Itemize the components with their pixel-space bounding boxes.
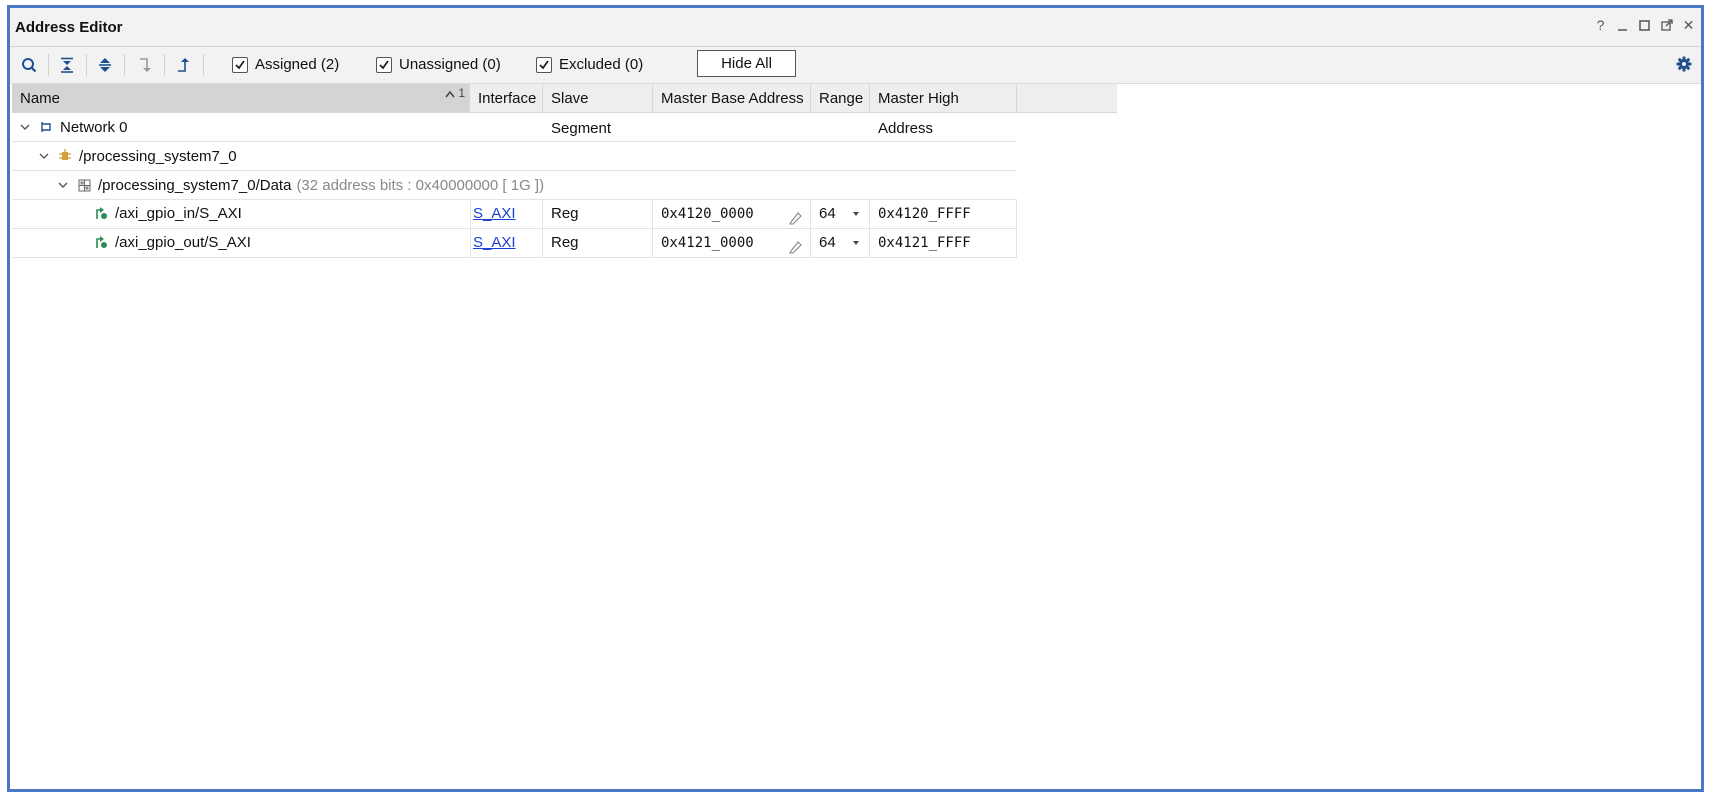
network-icon: [39, 120, 53, 134]
master-base-address-cell[interactable]: 0x4121_0000: [653, 229, 811, 257]
hide-all-button[interactable]: Hide All: [697, 50, 796, 77]
toolbar: Assigned (2) Unassigned (0) Excluded (0)…: [10, 47, 1701, 84]
unassign-icon[interactable]: [172, 54, 194, 76]
range-cell[interactable]: 64: [811, 200, 870, 228]
toolbar-separator: [48, 54, 49, 76]
toolbar-separator: [124, 54, 125, 76]
tree-row-address-space[interactable]: /processing_system7_0/Data (32 address b…: [12, 171, 1017, 200]
minimize-icon[interactable]: [1616, 18, 1629, 33]
range-value: 64: [819, 234, 836, 251]
address-space-icon: [77, 178, 91, 192]
unassigned-checkbox[interactable]: [376, 56, 392, 73]
tree-row-master[interactable]: /processing_system7_0: [12, 142, 1017, 171]
filter-assigned[interactable]: Assigned (2): [232, 56, 339, 73]
master-base-address-value: 0x4120_0000: [661, 206, 754, 222]
address-editor-window: Address Editor ? ✕ Assigned (2) Unassign…: [7, 5, 1704, 792]
column-header-range[interactable]: Range: [811, 84, 870, 112]
slave-segment-cell: Reg: [543, 229, 653, 257]
table-row[interactable]: /axi_gpio_out/S_AXI S_AXI Reg 0x4121_000…: [12, 229, 1017, 258]
assign-icon[interactable]: [134, 54, 156, 76]
name-cell: /axi_gpio_out/S_AXI: [12, 229, 470, 257]
filter-excluded[interactable]: Excluded (0): [536, 56, 643, 73]
filter-unassigned[interactable]: Unassigned (0): [376, 56, 501, 73]
help-icon[interactable]: ?: [1594, 18, 1607, 33]
column-header-interface[interactable]: Interface: [470, 84, 543, 112]
column-header-master-high-address[interactable]: Master High Address: [870, 84, 1017, 137]
expand-all-icon[interactable]: [94, 54, 116, 76]
close-icon[interactable]: ✕: [1682, 18, 1695, 33]
master-base-address-value: 0x4121_0000: [661, 235, 754, 251]
toolbar-separator: [203, 54, 204, 76]
interface-link[interactable]: S_AXI: [473, 234, 516, 251]
chevron-down-icon[interactable]: [57, 179, 69, 191]
pencil-icon[interactable]: [788, 236, 802, 264]
table-row[interactable]: /axi_gpio_in/S_AXI S_AXI Reg 0x4120_0000…: [12, 200, 1017, 229]
excluded-checkbox[interactable]: [536, 56, 552, 73]
assigned-checkbox[interactable]: [232, 56, 248, 73]
slave-segment-icon: [94, 236, 108, 250]
chevron-down-icon[interactable]: [38, 150, 50, 162]
master-high-address-cell: 0x4121_FFFF: [870, 229, 1017, 257]
slave-segment-cell: Reg: [543, 200, 653, 228]
window-controls: ? ✕: [1594, 18, 1695, 33]
filter-unassigned-label: Unassigned (0): [399, 56, 501, 73]
slave-segment-icon: [94, 207, 108, 221]
gear-icon[interactable]: [1676, 56, 1692, 77]
filter-assigned-label: Assigned (2): [255, 56, 340, 73]
window-title: Address Editor: [15, 19, 123, 36]
toolbar-separator: [86, 54, 87, 76]
network-label: Network 0: [60, 118, 128, 136]
address-space-info: (32 address bits : 0x40000000 [ 1G ]): [296, 176, 545, 194]
name-cell: /axi_gpio_in/S_AXI: [12, 200, 470, 228]
column-header-name[interactable]: Name 1: [12, 84, 470, 112]
maximize-icon[interactable]: [1638, 18, 1651, 33]
collapse-all-icon[interactable]: [56, 54, 78, 76]
filter-excluded-label: Excluded (0): [559, 56, 644, 73]
processor-icon: [58, 149, 72, 163]
interface-cell: S_AXI: [470, 229, 543, 257]
master-high-address-cell: 0x4120_FFFF: [870, 200, 1017, 228]
column-header-slave-segment[interactable]: Slave Segment: [543, 84, 653, 137]
interface-cell: S_AXI: [470, 200, 543, 228]
toolbar-separator: [164, 54, 165, 76]
address-table: Name 1 Interface Slave Segment Master Ba…: [12, 84, 1117, 258]
interface-link[interactable]: S_AXI: [473, 205, 516, 222]
master-base-address-cell[interactable]: 0x4120_0000: [653, 200, 811, 228]
chevron-down-icon[interactable]: [853, 241, 859, 245]
address-space-label: /processing_system7_0/Data: [98, 176, 292, 194]
master-label: /processing_system7_0: [79, 147, 237, 165]
chevron-down-icon[interactable]: [853, 212, 859, 216]
float-icon[interactable]: [1660, 18, 1673, 33]
chevron-down-icon[interactable]: [19, 121, 31, 133]
search-icon[interactable]: [18, 54, 40, 76]
range-value: 64: [819, 205, 836, 222]
title-bar: Address Editor ? ✕: [10, 8, 1701, 47]
column-header-master-base-address[interactable]: Master Base Address: [653, 84, 811, 112]
sort-indicator: 1: [445, 86, 465, 100]
tree-row-network[interactable]: Network 0: [12, 113, 1017, 142]
range-cell[interactable]: 64: [811, 229, 870, 257]
table-header: Name 1 Interface Slave Segment Master Ba…: [12, 84, 1117, 137]
